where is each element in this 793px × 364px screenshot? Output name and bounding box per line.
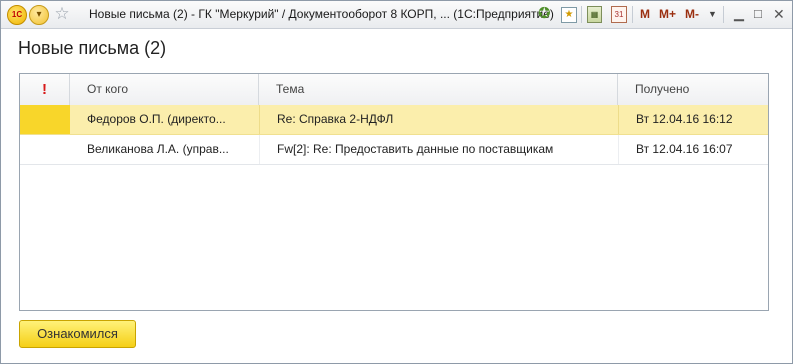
window-title: Новые письма (2) - ГК "Меркурий" / Докум… xyxy=(89,7,554,21)
maximize-icon[interactable]: □ xyxy=(754,5,762,23)
column-from[interactable]: От кого xyxy=(70,74,259,105)
sender-cell: Федоров О.П. (директо... xyxy=(87,112,226,126)
received-cell: Вт 12.04.16 16:12 xyxy=(618,105,768,134)
calendar-icon[interactable]: 31 xyxy=(611,6,627,23)
toolbar-divider xyxy=(723,6,724,23)
received-cell: Вт 12.04.16 16:07 xyxy=(618,135,768,164)
page-title: Новые письма (2) xyxy=(18,38,167,58)
table-row[interactable]: Федоров О.П. (директо... Re: Справка 2-Н… xyxy=(20,105,768,135)
title-bar: 1С ▾ ☆ Новые письма (2) - ГК "Меркурий" … xyxy=(1,1,792,29)
app-window: 1С ▾ ☆ Новые письма (2) - ГК "Меркурий" … xyxy=(0,0,793,364)
calculator-icon[interactable]: ▦ xyxy=(587,6,602,23)
subject-cell: Fw[2]: Re: Предоставить данные по постав… xyxy=(259,135,618,164)
column-subject[interactable]: Тема xyxy=(259,74,618,105)
1c-logo-icon[interactable]: 1С xyxy=(7,5,27,25)
close-icon[interactable]: ✕ xyxy=(773,5,785,23)
favorite-star-icon[interactable]: ☆ xyxy=(53,5,71,23)
toolbar-divider xyxy=(632,6,633,23)
subject-cell: Re: Справка 2-НДФЛ xyxy=(259,105,618,134)
table-row[interactable]: Великанова Л.А. (управ... Fw[2]: Re: Пре… xyxy=(20,135,768,165)
messages-table[interactable]: ! От кого Тема Получено Федоров О.П. (ди… xyxy=(19,73,769,311)
toolbar-divider xyxy=(581,6,582,23)
memory-plus-button[interactable]: M+ xyxy=(659,5,676,23)
importance-marker xyxy=(20,135,70,164)
column-importance[interactable]: ! xyxy=(20,74,70,105)
memory-button[interactable]: M xyxy=(640,5,650,23)
add-to-favorites-icon[interactable]: ★ xyxy=(561,7,577,23)
main-menu-icon[interactable]: ▾ xyxy=(29,5,49,25)
chevron-down-icon[interactable]: ▼ xyxy=(708,5,717,23)
column-received[interactable]: Получено xyxy=(618,74,768,105)
acknowledge-button[interactable]: Ознакомился xyxy=(19,320,136,348)
sender-cell: Великанова Л.А. (управ... xyxy=(87,142,229,156)
table-header: ! От кого Тема Получено xyxy=(20,74,768,106)
memory-minus-button[interactable]: M- xyxy=(685,5,699,23)
importance-marker xyxy=(20,105,70,134)
navigate-icon[interactable]: ✪ xyxy=(538,5,551,23)
minimize-icon[interactable]: ▁ xyxy=(734,5,744,23)
